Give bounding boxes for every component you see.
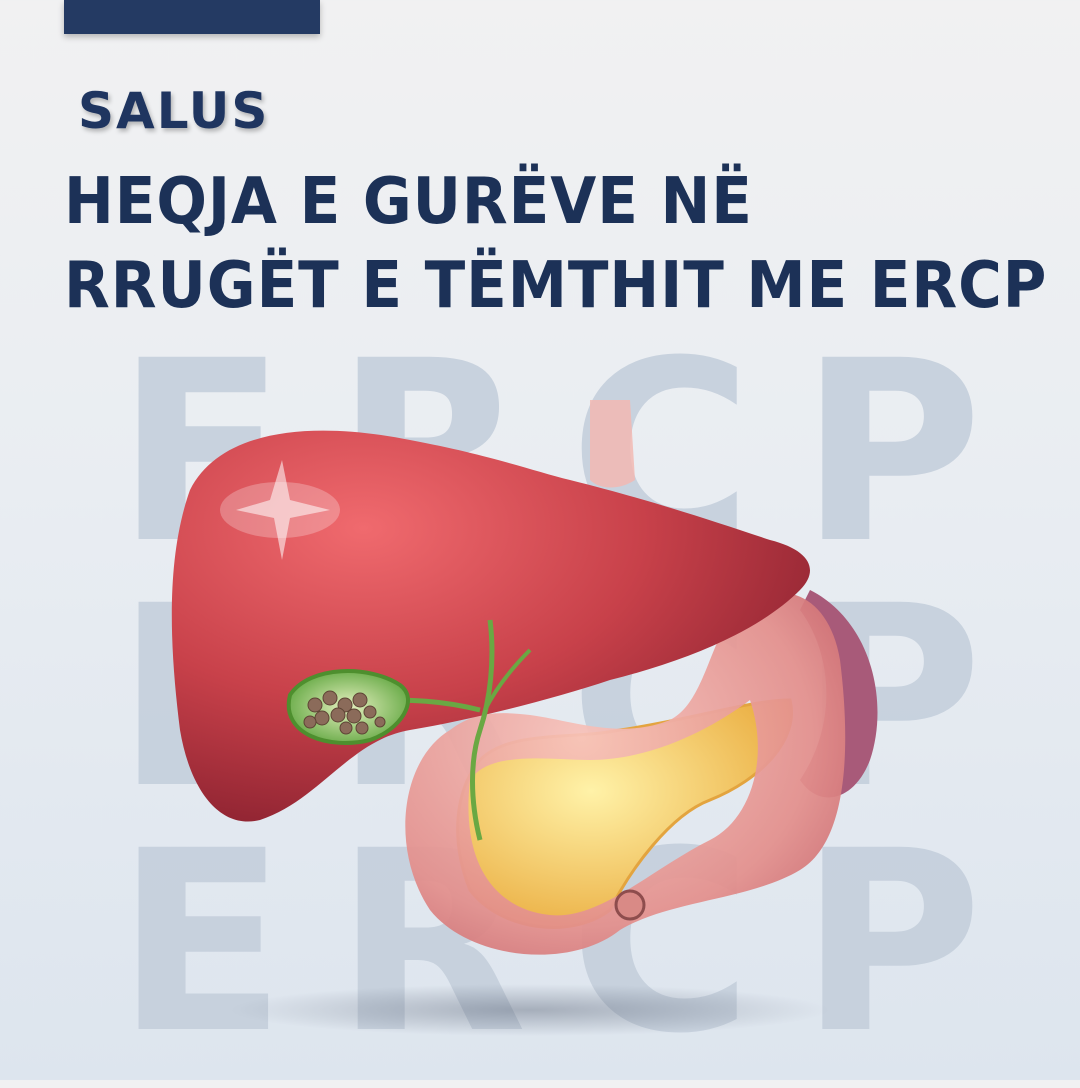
top-accent-bar [64, 0, 320, 34]
esophagus-shape [590, 400, 635, 488]
page-title: HEQJA E GURËVE NË RRUGËT E TËMTHIT ME ER… [64, 160, 1046, 328]
papilla-shape [614, 889, 646, 921]
ground-shadow [230, 984, 830, 1036]
liver-gallbladder-stomach-pancreas-illustration [171, 400, 878, 1036]
brand-logo: SALUS [78, 82, 270, 140]
title-line-1: HEQJA E GURËVE NË [64, 165, 753, 239]
